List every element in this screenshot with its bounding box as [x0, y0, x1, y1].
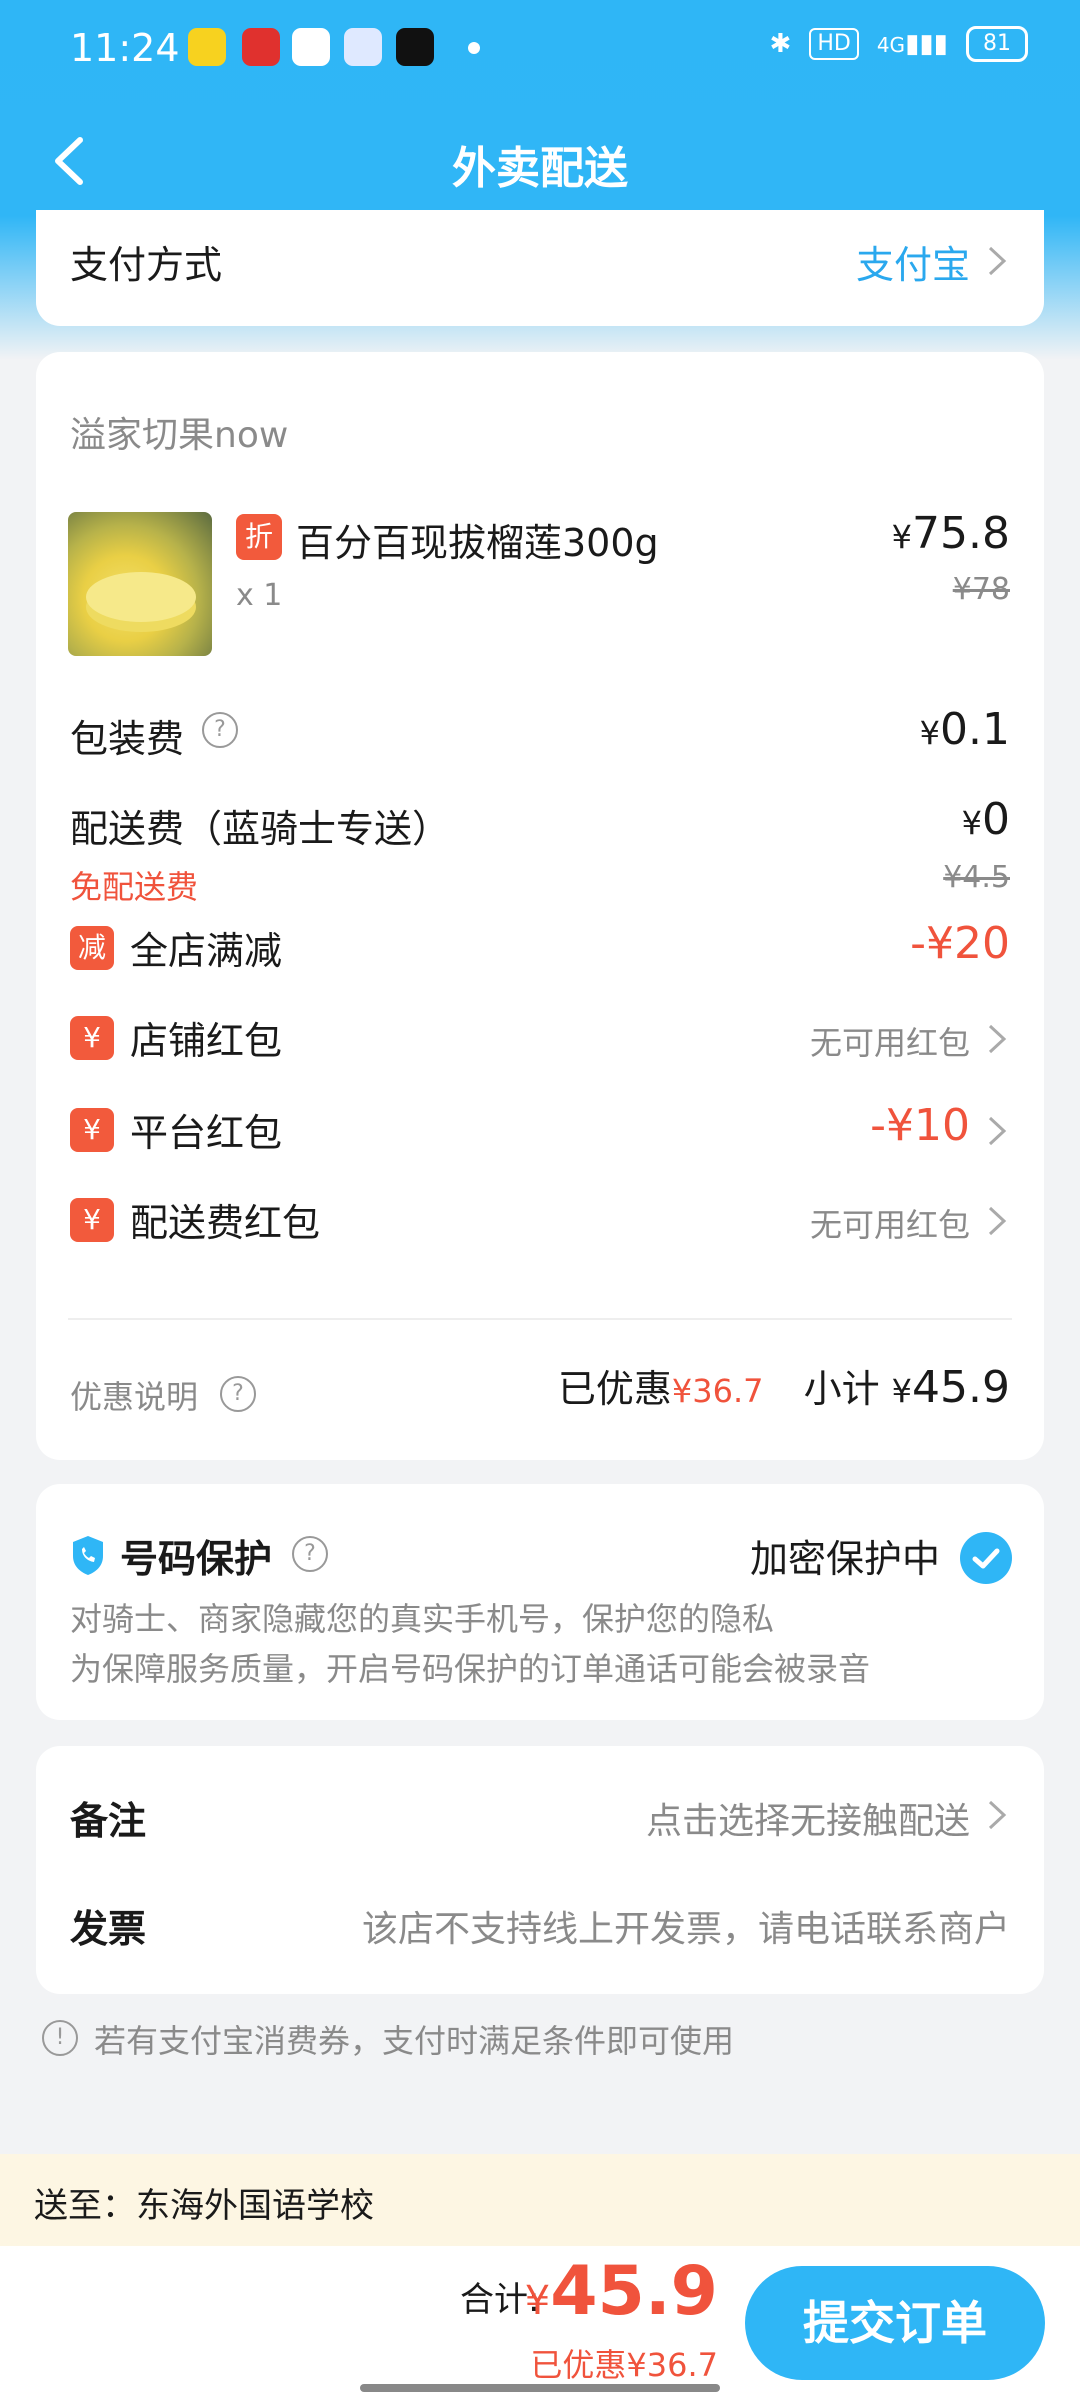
- product-name[interactable]: 百分百现拔榴莲300g: [296, 512, 659, 567]
- yuan-icon: ¥: [70, 1198, 114, 1242]
- chevron-right-icon: [988, 1800, 1007, 1830]
- free-delivery-note: 免配送费: [70, 868, 199, 906]
- store-redpacket-label: 店铺红包: [130, 1019, 283, 1063]
- hd-icon: HD: [809, 28, 859, 60]
- battery-icon: 81: [966, 26, 1028, 62]
- delivery-fee-original: ¥4.5: [943, 860, 1010, 895]
- yuan-icon: ¥: [70, 1108, 114, 1152]
- packaging-fee-value: ¥0.1: [919, 704, 1010, 755]
- status-bar: 11:24 ✱ HD 4G▮▮▮ 81: [0, 0, 1080, 96]
- store-redpacket-value: 无可用红包: [809, 1024, 970, 1062]
- product-price: ¥75.8: [891, 508, 1010, 559]
- delivery-address: 送至：东海外国语学校: [34, 2186, 374, 2226]
- remarks-label: 备注: [70, 1799, 147, 1843]
- payment-method-value: 支付宝: [855, 243, 970, 287]
- product-image[interactable]: [68, 512, 212, 656]
- product-quantity: x 1: [236, 578, 283, 613]
- status-indicators: ✱ HD 4G▮▮▮ 81: [770, 26, 1028, 62]
- checkout-bar: 合计: ¥45.9 已优惠¥36.7 提交订单: [0, 2246, 1080, 2400]
- invoice-label: 发票: [70, 1907, 147, 1951]
- app-notification-icon: [188, 28, 226, 66]
- submit-order-button[interactable]: 提交订单: [745, 2266, 1045, 2380]
- home-indicator[interactable]: [360, 2384, 720, 2392]
- discount-info-label[interactable]: 优惠说明: [70, 1372, 198, 1418]
- delivery-redpacket-value: 无可用红包: [809, 1206, 970, 1244]
- app-notification-icon: [344, 28, 382, 66]
- delivery-address-bar[interactable]: 送至：东海外国语学校: [0, 2154, 1080, 2246]
- signal-icon: 4G▮▮▮: [876, 29, 948, 59]
- help-icon[interactable]: ?: [220, 1376, 256, 1412]
- chevron-right-icon: [988, 1206, 1007, 1236]
- platform-redpacket-label: 平台红包: [130, 1111, 283, 1155]
- store-redpacket-row[interactable]: ¥ 店铺红包 无可用红包: [36, 1002, 1044, 1082]
- payment-method-row[interactable]: 支付方式 支付宝: [36, 210, 1044, 326]
- invoice-value: 该店不支持线上开发票，请电话联系商户: [361, 1909, 1010, 1950]
- remarks-value: 点击选择无接触配送: [645, 1801, 970, 1842]
- info-icon: !: [42, 2020, 78, 2056]
- subtotal-value: 45.9: [912, 1362, 1010, 1413]
- nav-bar: 外卖配送: [0, 96, 1080, 226]
- platform-redpacket-row[interactable]: ¥ 平台红包 -¥10: [36, 1094, 1044, 1174]
- chevron-right-icon: [988, 1116, 1007, 1146]
- store-discount-value: -¥20: [910, 918, 1010, 969]
- packaging-fee-label: 包装费: [70, 717, 185, 761]
- remarks-invoice-card: 备注 点击选择无接触配送 发票 该店不支持线上开发票，请电话联系商户: [36, 1746, 1044, 1994]
- subtotal-label: 小计: [803, 1367, 880, 1411]
- page-title: 外卖配送: [452, 143, 628, 194]
- store-discount-label: 全店满减: [130, 929, 283, 973]
- protection-status: 加密保护中: [749, 1537, 940, 1581]
- total-saved: 已优惠¥36.7: [530, 2346, 718, 2384]
- delivery-fee-value: ¥0: [961, 794, 1010, 845]
- more-notifications-dot: [468, 42, 480, 54]
- subtotal: 已优惠¥36.7 小计 ¥45.9: [557, 1362, 1010, 1413]
- shield-phone-icon: [73, 1536, 103, 1575]
- protection-description-2: 为保障服务质量，开启号码保护的订单通话可能会被录音: [70, 1650, 871, 1688]
- saved-label: 已优惠: [557, 1367, 672, 1411]
- bluetooth-icon: ✱: [769, 29, 792, 59]
- app-notification-icon: [242, 28, 280, 66]
- discount-badge: 减: [70, 926, 114, 970]
- chevron-right-icon: [988, 246, 1007, 276]
- order-card: 溢家切果now 折 百分百现拔榴莲300g x 1 ¥75.8 ¥78 包装费 …: [36, 352, 1044, 1460]
- status-time: 11:24: [70, 26, 180, 70]
- delivery-redpacket-row[interactable]: ¥ 配送费红包 无可用红包: [36, 1184, 1044, 1264]
- product-original-price: ¥78: [952, 572, 1010, 607]
- delivery-redpacket-label: 配送费红包: [130, 1201, 321, 1245]
- checkbox-checked-icon[interactable]: [960, 1532, 1012, 1584]
- store-name[interactable]: 溢家切果now: [70, 406, 288, 458]
- yuan-icon: ¥: [70, 1016, 114, 1060]
- divider: [68, 1318, 1012, 1320]
- chevron-right-icon: [988, 1024, 1007, 1054]
- total-value: ¥45.9: [524, 2252, 718, 2331]
- saved-value: ¥36.7: [671, 1372, 764, 1410]
- delivery-fee-label: 配送费（蓝骑士专送）: [70, 807, 451, 851]
- coupon-tip: 若有支付宝消费券，支付时满足条件即可使用: [94, 2022, 735, 2060]
- number-protection-card: 号码保护 ? 加密保护中 对骑士、商家隐藏您的真实手机号，保护您的隐私 为保障服…: [36, 1484, 1044, 1720]
- help-icon[interactable]: ?: [292, 1536, 328, 1572]
- tiktok-icon: [396, 28, 434, 66]
- app-notification-icon: [292, 28, 330, 66]
- help-icon[interactable]: ?: [202, 712, 238, 748]
- payment-method-label: 支付方式: [70, 243, 223, 287]
- number-protection-title: 号码保护: [120, 1537, 273, 1581]
- remarks-row[interactable]: 备注 点击选择无接触配送: [36, 1746, 1044, 1870]
- platform-redpacket-value: -¥10: [870, 1100, 970, 1151]
- protection-description-1: 对骑士、商家隐藏您的真实手机号，保护您的隐私: [70, 1600, 775, 1638]
- discount-badge: 折: [236, 514, 282, 560]
